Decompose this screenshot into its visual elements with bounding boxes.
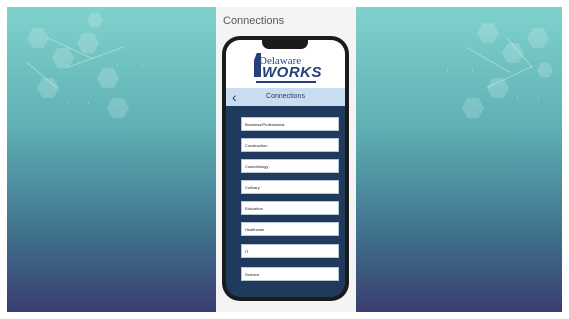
connection-item-it[interactable]: IT — [241, 244, 339, 258]
app-header: ‹ Connections — [226, 88, 345, 106]
decor-hexagon — [517, 88, 539, 108]
decor-hexagon — [97, 68, 119, 88]
decor-hexagon — [487, 78, 509, 98]
decor-hexagon — [462, 98, 484, 118]
connection-item-healthcare[interactable]: Healthcare — [241, 222, 339, 236]
decor-hexagon — [67, 93, 89, 113]
decor-hexagon — [27, 28, 49, 48]
connection-item-business[interactable]: Business/Professional — [241, 117, 339, 131]
connection-item-construction[interactable]: Construction — [241, 138, 339, 152]
decor-hexagon — [447, 58, 473, 82]
connection-item-education[interactable]: Education — [241, 201, 339, 215]
decor-hexagon — [477, 23, 499, 43]
phone-notch — [262, 40, 308, 49]
screen-title: Connections — [266, 93, 305, 100]
decor-hexagon — [537, 62, 553, 78]
panel-title: Connections — [223, 15, 285, 27]
decor-hexagon — [527, 28, 549, 48]
decor-hexagon — [107, 98, 129, 118]
logo-text-works: WORKS — [262, 64, 322, 81]
decor-hexagon — [87, 12, 103, 28]
connection-item-cosmetology[interactable]: Cosmetology — [241, 159, 339, 173]
decor-hexagon — [77, 33, 99, 53]
decor-hexagon — [117, 53, 143, 77]
connection-item-science[interactable]: Science — [241, 267, 339, 281]
logo-underline — [256, 81, 316, 83]
phone-screen: Delaware WORKS ‹ Connections Business/Pr… — [226, 40, 345, 297]
connection-item-culinary[interactable]: Culinary — [241, 180, 339, 194]
decor-line — [487, 65, 533, 88]
